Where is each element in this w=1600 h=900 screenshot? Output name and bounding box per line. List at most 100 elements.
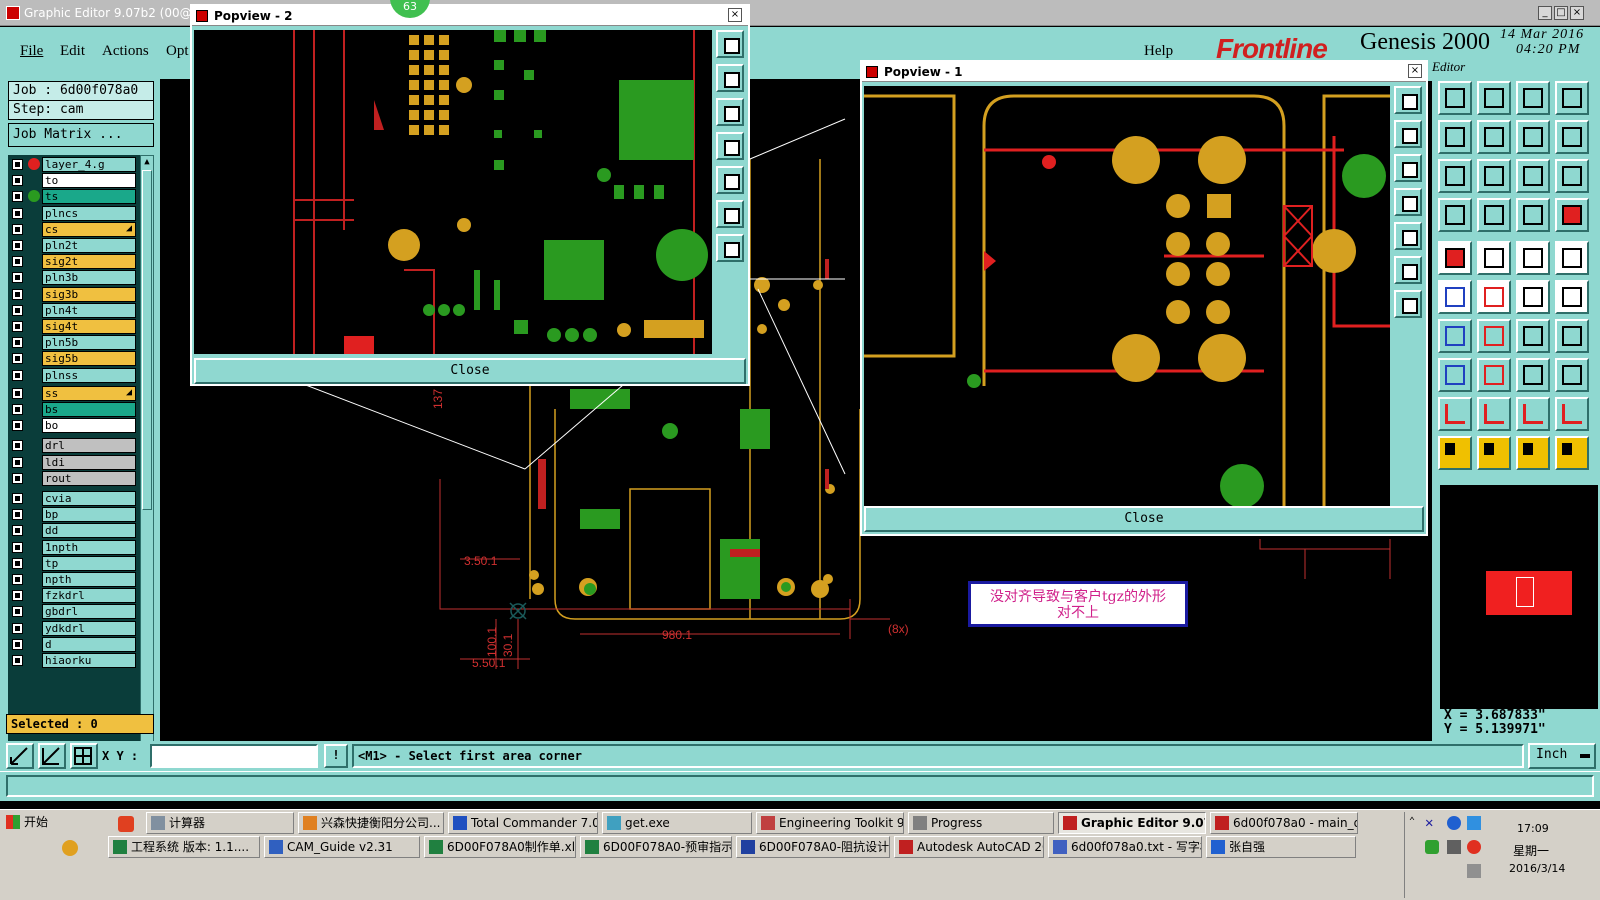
layer-row-pln4t[interactable]: pln4t [10,302,136,318]
layer-checkbox[interactable] [12,655,23,666]
layer-row-bp[interactable]: bp [10,507,136,523]
text-edit-icon[interactable] [1555,397,1589,431]
slash-icon[interactable] [1477,319,1511,353]
layer-checkbox[interactable] [12,256,23,268]
layer-scrollbar[interactable]: ▲ ▼ [140,155,154,785]
measure-icon[interactable] [1555,120,1589,154]
job-matrix-button[interactable]: Job Matrix ... [8,123,154,147]
zoom-home-icon[interactable] [1438,81,1472,115]
maximize-icon[interactable]: □ [1554,6,1568,20]
popview-1-zoom-in-icon[interactable] [1394,120,1422,148]
popview-2-close-icon[interactable]: × [728,8,742,22]
layer-row-ydkdrl[interactable]: ydkdrl [10,620,136,636]
layer-checkbox[interactable] [12,272,23,284]
layer-checkbox[interactable] [12,574,23,585]
grid-icon[interactable] [70,743,98,769]
layer-checkbox[interactable] [12,191,23,203]
layer-checkbox[interactable] [12,557,23,569]
scale-1-2-icon[interactable] [1516,159,1550,193]
layer-checkbox[interactable] [12,472,23,484]
layer-checkbox[interactable] [12,223,23,235]
layer-row-pln2t[interactable]: pln2t [10,238,136,253]
layer-row-cs[interactable]: cs ◢ [10,221,136,237]
drill-check-icon[interactable] [1438,241,1472,275]
taskbar-button-row1-5[interactable]: Engineering Toolkit 9.0... [756,812,904,834]
menu-help[interactable]: Help [1144,43,1173,60]
layer-checkbox[interactable] [12,240,23,251]
tray-expand-icon[interactable]: ⌃ [1409,816,1415,827]
polygon-icon[interactable] [1477,397,1511,431]
layer-checkbox[interactable] [12,207,23,219]
unit-dropdown[interactable]: Inch [1528,743,1596,769]
layer-checkbox[interactable] [12,622,23,634]
popview-1-pan-left-icon[interactable] [1394,188,1422,216]
popview-1-zoom-home-icon[interactable] [1394,86,1422,114]
layer-row-dd[interactable]: dd [10,523,136,539]
taskbar-button-row2-7[interactable]: 6d00f078a0.txt - 写字板 [1048,836,1202,858]
xy-input[interactable] [150,744,318,768]
layer-row-bs[interactable]: bs [10,402,136,417]
taskbar-button-row2-3[interactable]: 6D00F078A0制作单.xls ... [424,836,576,858]
taskbar-button-row2-8[interactable]: 张自强 [1206,836,1356,858]
layer-checkbox[interactable] [12,288,23,300]
popview-2-zoom-out-icon[interactable] [716,98,744,126]
taskbar-button-row1-2[interactable]: 兴森快捷衡阳分公司... [298,812,444,834]
layer-checkbox[interactable] [12,440,23,452]
layer-row-plnss[interactable]: plnss [10,367,136,383]
layer-checkbox[interactable] [12,387,23,399]
layer-row-sig2t[interactable]: sig2t [10,254,136,270]
layer-checkbox[interactable] [12,590,23,602]
layer-row-ss[interactable]: ss ◢ [10,385,136,401]
taskbar-button-row2-1[interactable]: 工程系统 版本: 1.1.... [108,836,260,858]
minimize-icon[interactable]: _ [1538,6,1552,20]
layer-checkbox[interactable] [12,404,23,415]
network-icon[interactable] [1447,840,1461,854]
taskbar-button-row2-2[interactable]: CAM_Guide v2.31 [264,836,420,858]
layer-checkbox[interactable] [12,159,23,170]
feature-info-icon[interactable] [1516,198,1550,232]
layer-checkbox[interactable] [12,321,23,332]
bluetooth-icon[interactable] [1447,816,1461,830]
zoom-fit-icon[interactable] [1516,120,1550,154]
layer-row-ldi[interactable]: ldi [10,454,136,470]
menu-actions[interactable]: Actions [102,43,149,60]
layer-row-layer4g[interactable]: layer_4.g [10,157,136,172]
layer-checkbox[interactable] [12,369,23,381]
popview-1-close-icon[interactable]: × [1408,64,1422,78]
line-extend-icon[interactable] [1555,280,1589,314]
popview-2-pan-left-icon[interactable] [716,132,744,160]
quicklaunch-icon-2[interactable] [62,840,78,856]
node-icon[interactable] [1438,280,1472,314]
shield-icon[interactable] [1425,840,1439,854]
start-button[interactable]: 开始 [2,812,52,834]
surface-icon[interactable] [1555,358,1589,392]
center-icon[interactable] [1477,159,1511,193]
popview-2-center-icon[interactable] [716,234,744,262]
triangle-icon[interactable] [1438,397,1472,431]
layer-row-sig3b[interactable]: sig3b [10,286,136,302]
clock-time[interactable]: 17:09 [1517,822,1549,835]
tray-icon-3[interactable] [1467,816,1481,830]
layer-row-plncs[interactable]: plncs [10,205,136,221]
popview-1-pan-right-icon[interactable] [1394,222,1422,250]
popview-1-zoom-out-icon[interactable] [1394,154,1422,182]
taskbar-button-row1-8[interactable]: 6d00f078a0 - main_qa [1210,812,1358,834]
help-icon[interactable] [1555,159,1589,193]
route-icon[interactable] [1555,436,1589,470]
quicklaunch-icon[interactable] [118,816,134,832]
minus-icon[interactable] [1477,358,1511,392]
layer-checkbox[interactable] [12,456,23,468]
taskbar-button-row1-4[interactable]: get.exe [602,812,752,834]
scroll-up-icon[interactable]: ▲ [142,156,152,168]
layer-checkbox[interactable] [12,175,23,187]
move-icon[interactable] [1438,198,1472,232]
taskbar-button-row1-7[interactable]: Graphic Editor 9.07b... [1058,812,1206,834]
angle-icon[interactable] [1438,319,1472,353]
zoom-box-icon[interactable] [1438,159,1472,193]
layer-row-hiaorku[interactable]: hiaorku [10,653,136,668]
taskbar-button-row2-4[interactable]: 6D00F078A0-预审指示... [580,836,732,858]
layer-row-pln5b[interactable]: pln5b [10,335,136,351]
feature-select-icon[interactable] [1555,198,1589,232]
menu-file[interactable]: File [20,43,43,60]
taskbar-button-row1-1[interactable]: 计算器 [146,812,294,834]
